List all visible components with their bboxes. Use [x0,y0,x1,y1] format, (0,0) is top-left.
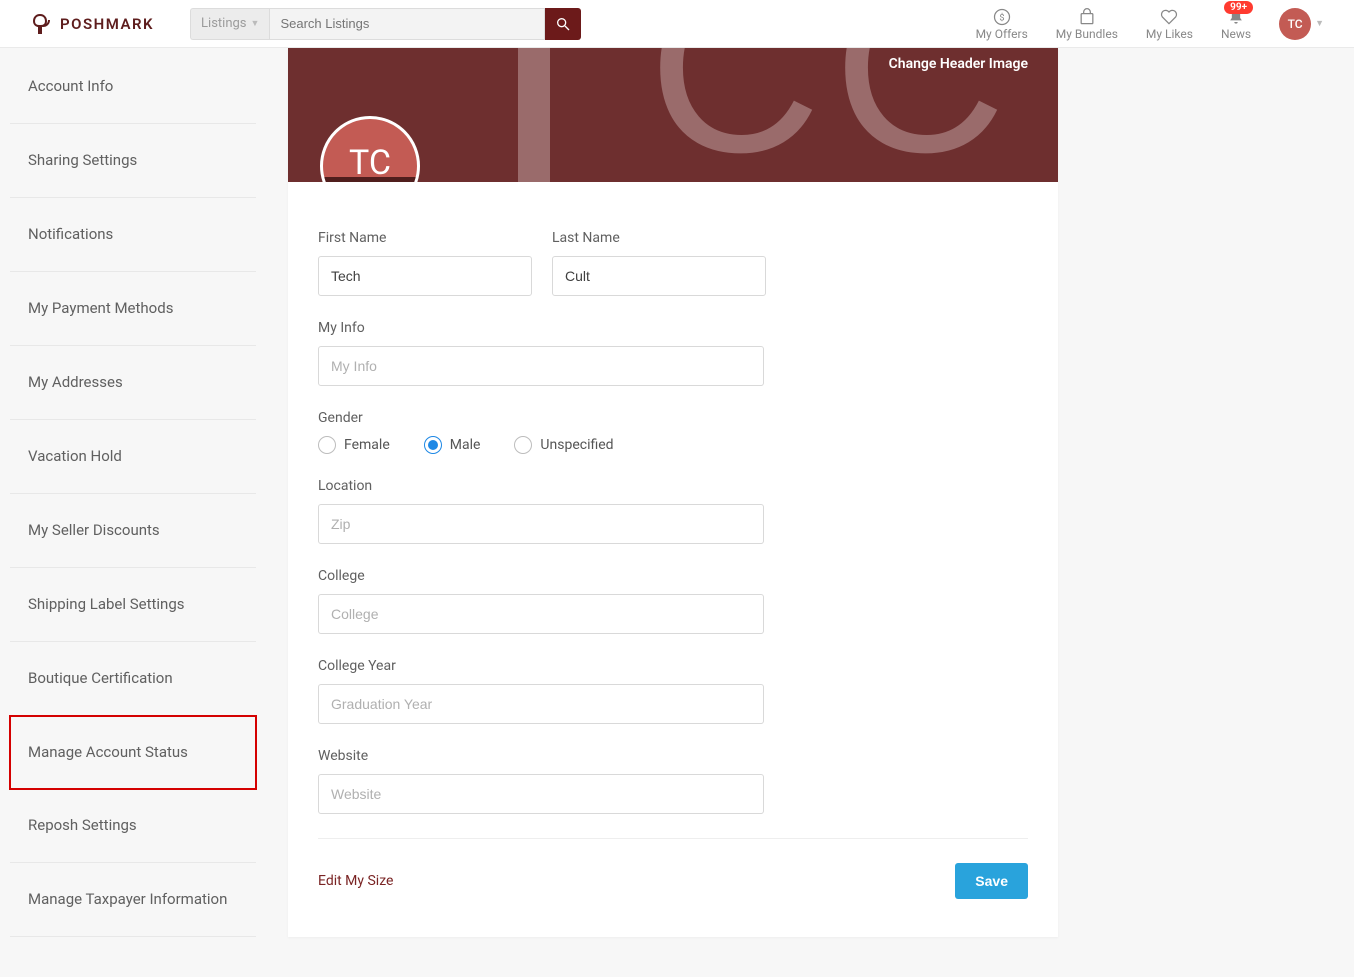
nav-my-offers[interactable]: $ My Offers [976,7,1028,41]
gender-radio-unspecified[interactable]: Unspecified [514,436,613,454]
search-icon [555,16,571,32]
nav-right: $ My Offers My Bundles My Likes 99+ News… [976,7,1324,41]
heart-icon [1158,7,1180,27]
radio-icon [318,436,336,454]
brand-name: POSHMARK [60,15,154,33]
gender-label: Gender [318,410,764,426]
poshmark-logo-icon [30,12,54,36]
sidebar-item[interactable]: Vacation Hold [10,420,256,494]
news-badge: 99+ [1224,1,1253,14]
search-category-label: Listings [201,16,246,31]
settings-sidebar: Account InfoSharing SettingsNotification… [10,48,256,937]
search-category-dropdown[interactable]: Listings ▼ [190,8,269,40]
first-name-label: First Name [318,230,532,246]
sidebar-item[interactable]: Sharing Settings [10,124,256,198]
change-header-image-link[interactable]: Change Header Image [889,56,1028,72]
search-wrap: Listings ▼ [190,8,581,40]
sidebar-item[interactable]: Notifications [10,198,256,272]
radio-icon [424,436,442,454]
profile-avatar[interactable]: TC Edit [320,116,420,182]
college-label: College [318,568,764,584]
sidebar-item[interactable]: My Payment Methods [10,272,256,346]
last-name-label: Last Name [552,230,766,246]
sidebar-item[interactable]: Account Info [10,50,256,124]
sidebar-item[interactable]: My Seller Discounts [10,494,256,568]
user-menu[interactable]: TC ▼ [1279,8,1324,40]
nav-label: My Bundles [1056,27,1118,41]
sidebar-item[interactable]: My Addresses [10,346,256,420]
page-body: Account InfoSharing SettingsNotification… [0,48,1354,977]
sidebar-item[interactable]: Manage Taxpayer Information [10,863,256,937]
sidebar-item[interactable]: Reposh Settings [10,789,256,863]
location-input[interactable] [318,504,764,544]
brand-logo[interactable]: POSHMARK [30,12,154,36]
search-button[interactable] [545,8,581,40]
sidebar-item[interactable]: Manage Account Status [9,715,257,790]
offers-icon: $ [991,7,1013,27]
nav-my-likes[interactable]: My Likes [1146,7,1193,41]
top-bar: POSHMARK Listings ▼ $ My Offers My Bundl… [0,0,1354,48]
chevron-down-icon: ▼ [1315,18,1324,29]
profile-header-banner: C C Change Header Image TC Edit [288,48,1058,182]
nav-my-bundles[interactable]: My Bundles [1056,7,1118,41]
banner-decor [518,48,550,182]
profile-form: First Name Last Name My Info Gender Fema… [288,182,1058,937]
college-year-label: College Year [318,658,764,674]
svg-text:$: $ [999,12,1004,23]
save-button[interactable]: Save [955,863,1028,899]
chevron-down-icon: ▼ [251,18,260,29]
website-input[interactable] [318,774,764,814]
nav-label: My Offers [976,27,1028,41]
radio-icon [514,436,532,454]
first-name-input[interactable] [318,256,532,296]
location-label: Location [318,478,764,494]
search-input[interactable] [269,8,545,40]
gender-radio-group: Female Male Unspecified [318,436,764,454]
nav-label: News [1221,27,1251,41]
last-name-input[interactable] [552,256,766,296]
banner-decor: C [648,48,821,182]
nav-news[interactable]: 99+ News [1221,7,1251,41]
sidebar-item[interactable]: Shipping Label Settings [10,568,256,642]
radio-label: Female [344,437,390,453]
avatar: TC [1279,8,1311,40]
gender-radio-female[interactable]: Female [318,436,390,454]
sidebar-item[interactable]: Boutique Certification [10,642,256,716]
website-label: Website [318,748,764,764]
profile-card: C C Change Header Image TC Edit First Na… [288,48,1058,937]
my-info-label: My Info [318,320,764,336]
edit-my-size-link[interactable]: Edit My Size [318,873,393,889]
divider [318,838,1028,839]
bundles-icon [1076,7,1098,27]
radio-label: Unspecified [540,437,613,453]
nav-label: My Likes [1146,27,1193,41]
radio-label: Male [450,437,481,453]
gender-radio-male[interactable]: Male [424,436,481,454]
my-info-input[interactable] [318,346,764,386]
college-year-input[interactable] [318,684,764,724]
college-input[interactable] [318,594,764,634]
